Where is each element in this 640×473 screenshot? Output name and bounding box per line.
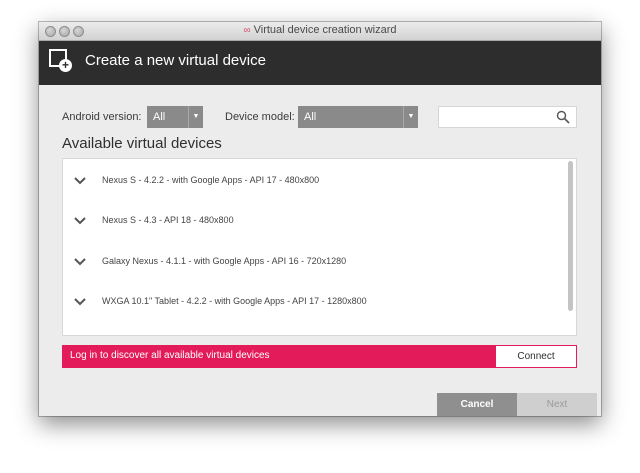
window-titlebar: ∞ Virtual device creation wizard [39, 22, 601, 41]
app-icon: ∞ [243, 25, 251, 36]
chevron-down-icon[interactable] [73, 215, 87, 225]
dropdown-arrow-icon: ▼ [188, 106, 203, 128]
wizard-header: + Create a new virtual device [39, 41, 601, 85]
device-model-value: All [304, 111, 317, 123]
login-banner-text: Log in to discover all available virtual… [70, 350, 270, 361]
android-version-label: Android version: [62, 111, 142, 123]
page-title: Create a new virtual device [85, 52, 266, 69]
wizard-window: ∞ Virtual device creation wizard + Create… [39, 22, 601, 416]
add-device-icon: + [49, 49, 72, 72]
device-label: WXGA 10.1" Tablet - 4.2.2 - with Google … [102, 296, 367, 306]
chevron-down-icon[interactable] [73, 175, 87, 185]
device-list: Nexus S - 4.2.2 - with Google Apps - API… [62, 158, 577, 336]
next-button[interactable]: Next [517, 393, 597, 416]
cancel-button[interactable]: Cancel [437, 393, 517, 416]
search-icon [556, 110, 570, 124]
android-version-value: All [153, 111, 166, 123]
device-list-item[interactable]: WXGA 10.1" Tablet - 4.2.2 - with Google … [63, 282, 568, 322]
chevron-down-icon[interactable] [73, 256, 87, 266]
device-model-select[interactable]: All ▼ [298, 106, 418, 128]
android-version-select[interactable]: All ▼ [147, 106, 203, 128]
device-label: Nexus S - 4.3 - API 18 - 480x800 [102, 215, 234, 225]
device-label: Nexus S - 4.2.2 - with Google Apps - API… [102, 175, 320, 185]
device-model-label: Device model: [225, 111, 295, 123]
connect-button[interactable]: Connect [496, 346, 576, 367]
window-title: ∞ Virtual device creation wizard [39, 24, 601, 36]
device-list-item[interactable]: Nexus S - 4.2.2 - with Google Apps - API… [63, 161, 568, 201]
chevron-down-icon[interactable] [73, 296, 87, 306]
device-list-item[interactable]: Nexus S - 4.3 - API 18 - 480x800 [63, 201, 568, 241]
device-label: Galaxy Nexus - 4.1.1 - with Google Apps … [102, 256, 347, 266]
search-input[interactable] [438, 106, 577, 128]
device-list-item[interactable]: Galaxy Nexus - 4.1.1 - with Google Apps … [63, 242, 568, 282]
list-scrollbar[interactable] [568, 161, 573, 311]
login-banner: Log in to discover all available virtual… [62, 345, 577, 368]
dropdown-arrow-icon: ▼ [403, 106, 418, 128]
section-title: Available virtual devices [62, 135, 222, 152]
window-title-text: Virtual device creation wizard [253, 24, 397, 36]
